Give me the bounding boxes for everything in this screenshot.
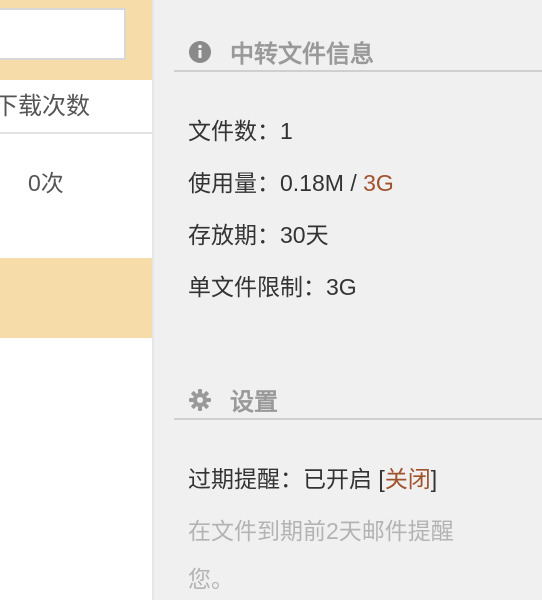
info-icon bbox=[188, 40, 212, 64]
file-list-panel: 下载次数 0次 bbox=[0, 0, 152, 600]
reminder-label: 过期提醒：已开启 bbox=[188, 466, 379, 492]
settings-header: 设置 bbox=[174, 360, 542, 420]
reminder-desc-line1: 在文件到期前2天邮件提醒 bbox=[188, 518, 454, 544]
reminder-desc-line2: 您。 bbox=[188, 566, 234, 592]
expiry-reminder: 过期提醒：已开启 [关闭] bbox=[188, 460, 437, 494]
download-count-cell: 0次 bbox=[28, 170, 64, 196]
usage-label: 使用量：0.18M / bbox=[188, 170, 364, 196]
reminder-toggle-link[interactable]: 关闭 bbox=[385, 466, 431, 492]
usage-quota: 3G bbox=[363, 170, 394, 196]
transfer-file-info-header: 中转文件信息 bbox=[174, 12, 542, 72]
single-file-limit: 单文件限制：3G bbox=[188, 274, 357, 300]
bracket-close: ] bbox=[430, 466, 438, 492]
section-title: 设置 bbox=[230, 389, 278, 416]
file-count: 文件数：1 bbox=[188, 118, 293, 144]
section-title: 中转文件信息 bbox=[230, 41, 374, 68]
retention-period: 存放期：30天 bbox=[188, 222, 329, 248]
usage: 使用量：0.18M / 3G bbox=[188, 164, 394, 198]
highlighted-row[interactable] bbox=[0, 258, 152, 338]
download-count-column-header[interactable]: 下载次数 bbox=[0, 80, 152, 134]
gear-icon bbox=[188, 388, 212, 412]
search-input[interactable] bbox=[0, 8, 126, 60]
search-bar bbox=[0, 0, 152, 80]
transfer-info-panel: 中转文件信息 文件数：1 使用量：0.18M / 3G 存放期：30天 单文件限… bbox=[152, 0, 542, 600]
